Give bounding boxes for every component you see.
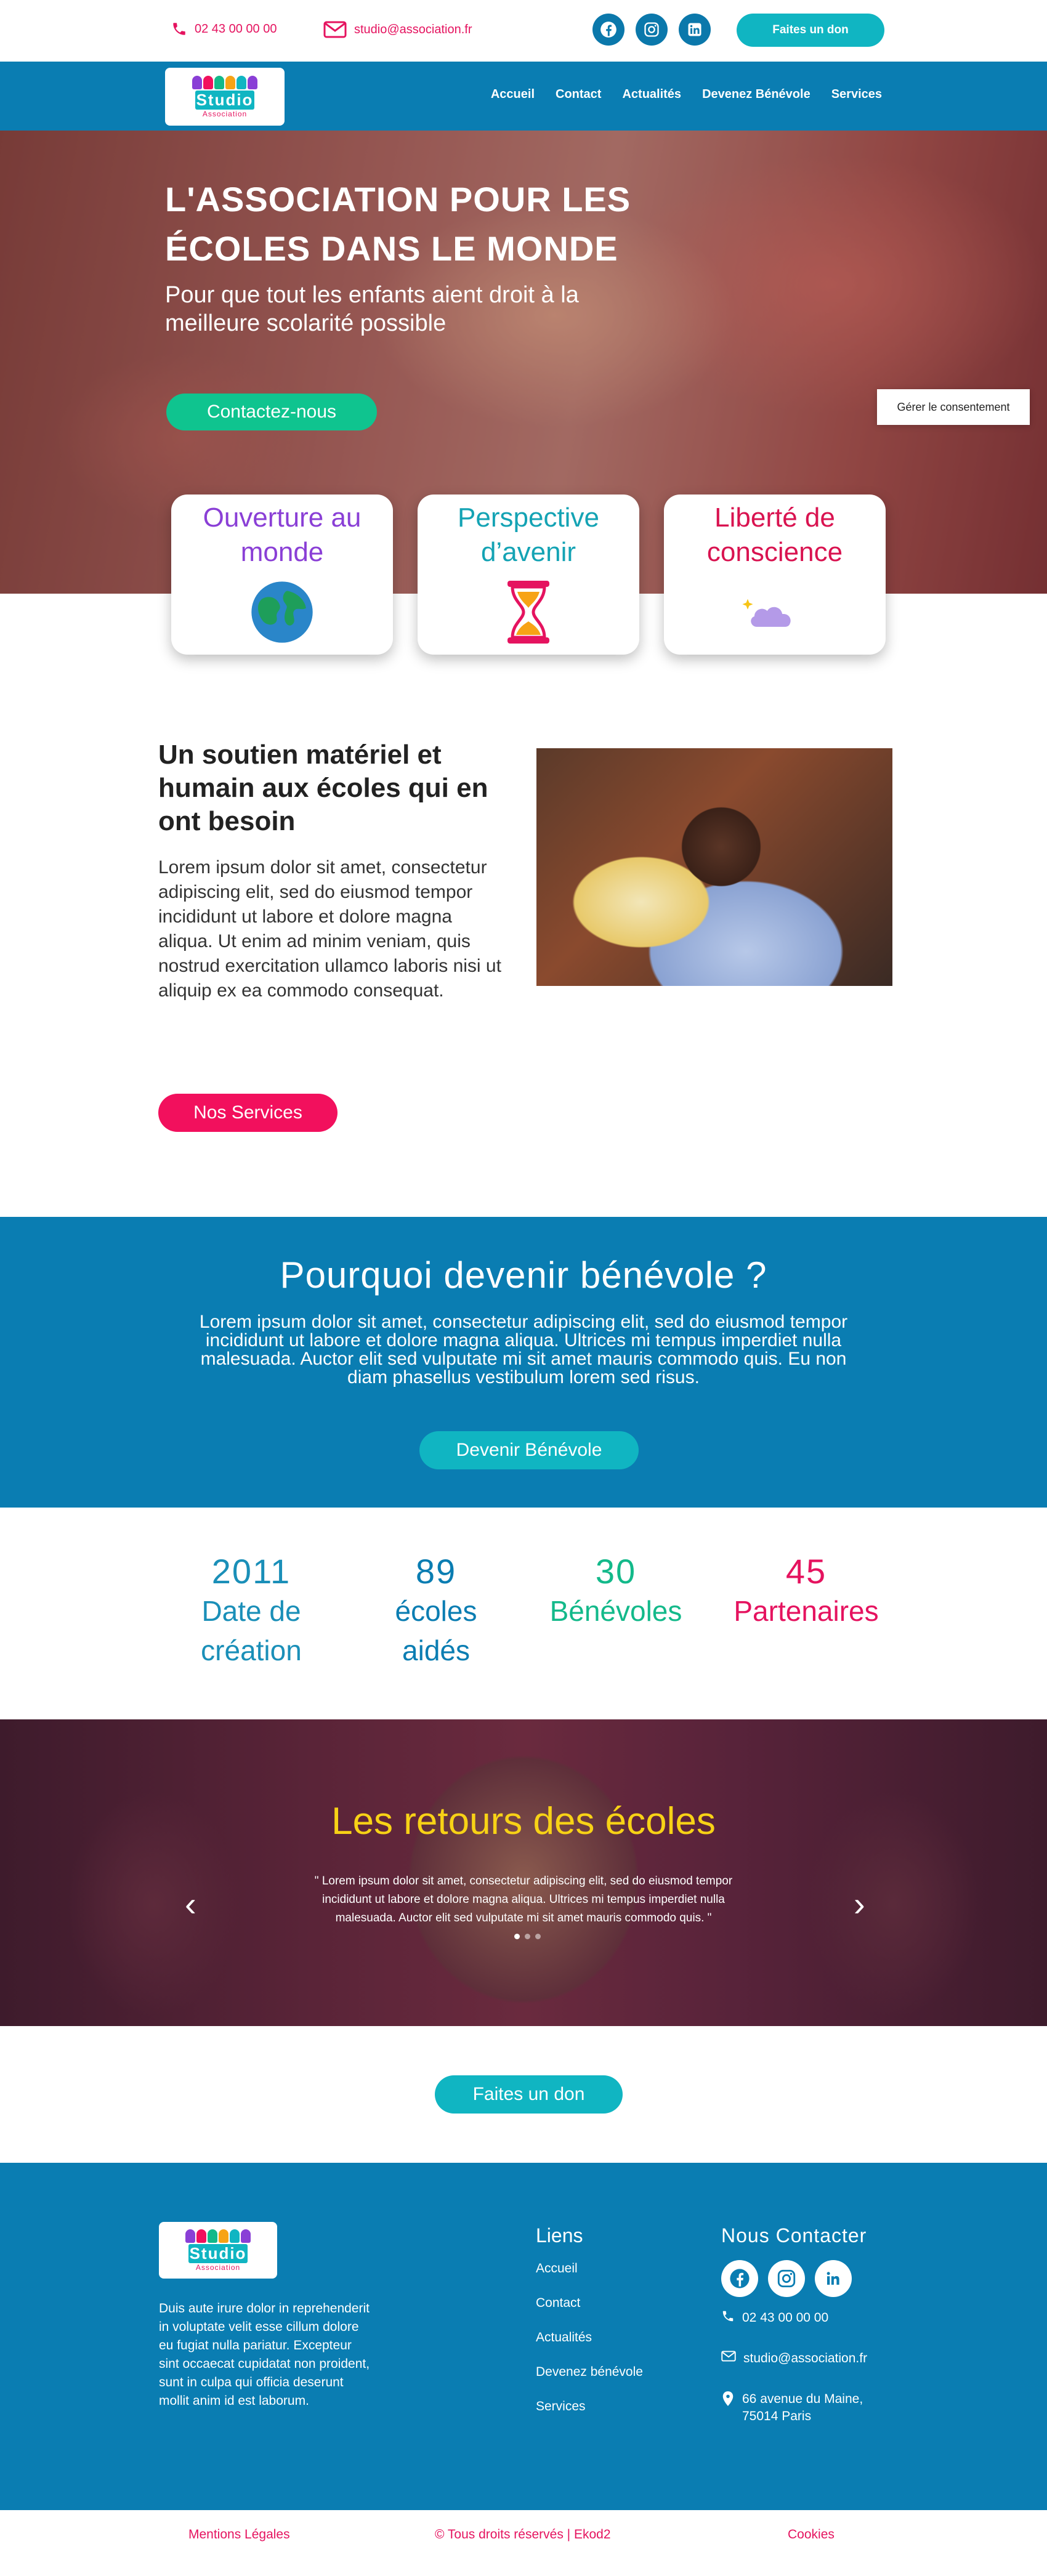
topbar-phone-link[interactable]: 02 43 00 00 00 (171, 21, 277, 37)
footer-logo[interactable]: Studio Association (159, 2222, 277, 2279)
about-text: Lorem ipsum dolor sit amet, consectetur … (158, 857, 501, 1001)
cloud-icon (741, 578, 809, 646)
nav-item-contact[interactable]: Contact (556, 87, 601, 102)
legal-link[interactable]: Mentions Légales (188, 2527, 290, 2542)
value-card-perspective: Perspective d’avenir (418, 495, 639, 655)
hero-subtitle: Pour que tout les enfants aient droit à … (165, 282, 579, 336)
topbar-email-text: studio@association.fr (354, 22, 472, 36)
location-pin-icon (722, 2391, 734, 2406)
footer-address: 66 avenue du Maine, 75014 Paris (721, 2391, 863, 2425)
carousel-dots (514, 1934, 541, 1939)
footer-phone[interactable]: 02 43 00 00 00 (721, 2309, 828, 2327)
footer-link-accueil[interactable]: Accueil (536, 2261, 643, 2296)
donate-section: Faites un don (0, 2026, 1047, 2163)
footer: Studio Association Duis aute irure dolor… (0, 2163, 1047, 2510)
stat-creation: 2011 Date de création (201, 1552, 302, 1666)
bottom-bar: Mentions Légales © Tous droits réservés … (0, 2510, 1047, 2558)
topbar-email-link[interactable]: studio@association.fr (323, 21, 472, 38)
nav-item-services[interactable]: Services (831, 87, 882, 102)
donate-button-top[interactable]: Faites un don (737, 14, 884, 47)
about-title: Un soutien matériel et humain aux écoles… (158, 740, 488, 836)
logo-figures (192, 75, 257, 89)
footer-links: Accueil Contact Actualités Devenez bénév… (536, 2261, 643, 2434)
footer-text: Duis aute irure dolor in reprehenderit i… (159, 2301, 370, 2408)
phone-icon (173, 23, 185, 35)
mail-icon (721, 2351, 736, 2362)
cookies-link[interactable]: Cookies (788, 2527, 835, 2542)
nav-menu: Accueil Contact Actualités Devenez Bénév… (491, 87, 882, 102)
carousel-dot[interactable] (535, 1934, 541, 1939)
hero: L'ASSOCIATION POUR LES ÉCOLES DANS LE MO… (0, 131, 1047, 655)
globe-icon (248, 578, 316, 646)
footer-link-actualites[interactable]: Actualités (536, 2330, 643, 2365)
facebook-icon[interactable] (592, 14, 625, 46)
footer-email[interactable]: studio@association.fr (721, 2350, 867, 2367)
testimonial-quote: " Lorem ipsum dolor sit amet, consectetu… (314, 1875, 733, 1924)
linkedin-icon[interactable] (679, 14, 711, 46)
topbar-socials (592, 14, 711, 46)
nav-item-accueil[interactable]: Accueil (491, 87, 535, 102)
copyright-text: © Tous droits réservés | Ekod2 (435, 2527, 611, 2542)
volunteer-section: Pourquoi devenir bénévole ? Lorem ipsum … (0, 1217, 1047, 1508)
volunteer-text: Lorem ipsum dolor sit amet, consectetur … (199, 1312, 848, 1387)
stat-ecoles: 89 écoles aidés (395, 1552, 477, 1666)
become-volunteer-button[interactable]: Devenir Bénévole (419, 1431, 639, 1469)
logo-word: Studio (195, 90, 255, 110)
logo[interactable]: Studio Association (165, 68, 285, 126)
value-card-ouverture: Ouverture au monde (171, 495, 393, 655)
carousel-dot[interactable] (525, 1934, 530, 1939)
chevron-left-icon[interactable]: ‹ (185, 1887, 196, 1921)
hourglass-icon (495, 578, 562, 646)
footer-link-services[interactable]: Services (536, 2399, 643, 2434)
instagram-icon[interactable] (768, 2260, 805, 2297)
footer-socials (721, 2260, 852, 2297)
about-section: Un soutien matériel et humain aux écoles… (0, 594, 1047, 1217)
carousel-dot[interactable] (514, 1934, 520, 1939)
footer-contact-title: Nous Contacter (721, 2224, 867, 2247)
linkedin-icon[interactable] (815, 2260, 852, 2297)
contact-button[interactable]: Contactez-nous (166, 394, 377, 430)
main-nav: Studio Association Accueil Contact Actua… (0, 62, 1047, 131)
mail-icon (323, 21, 347, 38)
facebook-icon[interactable] (721, 2260, 758, 2297)
value-card-liberte: Liberté de conscience (664, 495, 886, 655)
instagram-icon[interactable] (636, 14, 668, 46)
testimonials-section: Les retours des écoles ‹ " Lorem ipsum d… (0, 1719, 1047, 2026)
footer-link-benevole[interactable]: Devenez bénévole (536, 2365, 643, 2399)
top-bar: 02 43 00 00 00 studio@association.fr Fai… (0, 0, 1047, 62)
testimonials-title: Les retours des écoles (331, 1800, 716, 1843)
stats-section: 2011 Date de création 89 écoles aidés 30… (0, 1508, 1047, 1719)
hero-title: L'ASSOCIATION POUR LES ÉCOLES DANS LE MO… (165, 180, 631, 268)
donate-button[interactable]: Faites un don (435, 2075, 623, 2114)
page: 02 43 00 00 00 studio@association.fr Fai… (0, 0, 1047, 2558)
footer-links-title: Liens (536, 2224, 583, 2247)
consent-button[interactable]: Gérer le consentement (877, 389, 1030, 425)
child-photo (536, 748, 892, 986)
logo-subtitle: Association (202, 109, 248, 118)
stat-partenaires: 45 Partenaires (734, 1552, 879, 1627)
services-button[interactable]: Nos Services (158, 1094, 338, 1132)
footer-link-contact[interactable]: Contact (536, 2296, 643, 2330)
chevron-right-icon[interactable]: › (854, 1887, 865, 1921)
phone-icon (722, 2311, 734, 2322)
topbar-phone-text: 02 43 00 00 00 (195, 22, 277, 36)
volunteer-title: Pourquoi devenir bénévole ? (280, 1254, 767, 1296)
nav-item-benevole[interactable]: Devenez Bénévole (702, 87, 811, 102)
nav-item-actualites[interactable]: Actualités (622, 87, 681, 102)
stat-benevoles: 30 Bénévoles (549, 1552, 682, 1627)
